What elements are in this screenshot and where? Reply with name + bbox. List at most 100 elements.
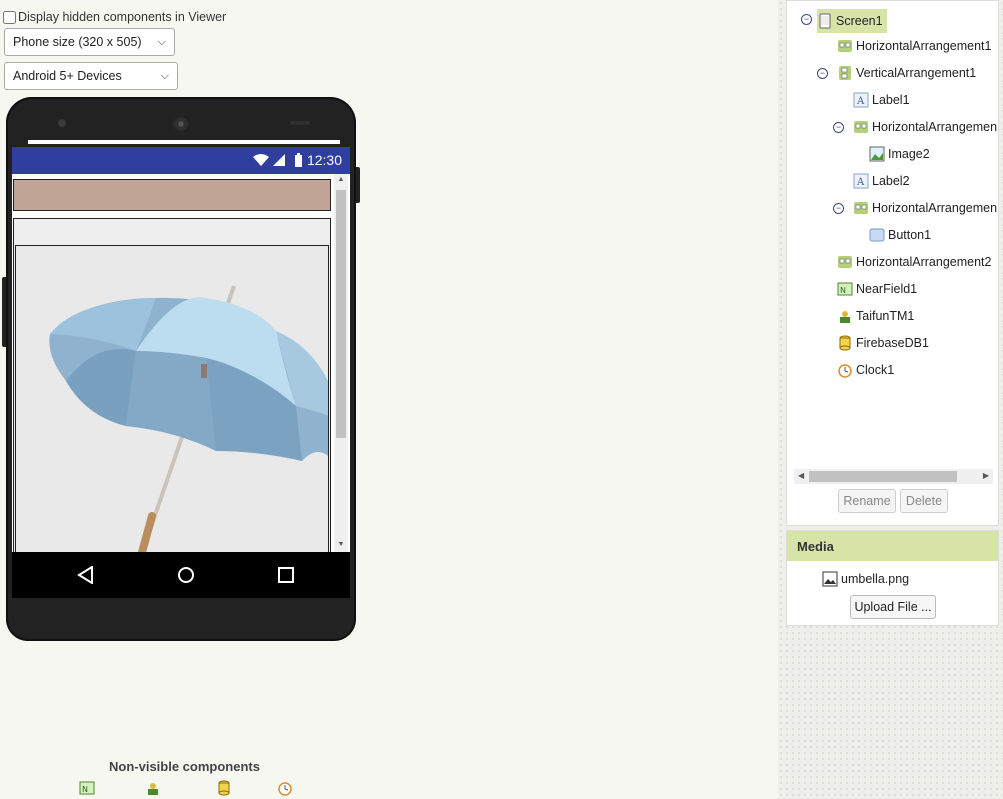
media-panel: Media umbella.png Upload File ...	[786, 530, 999, 626]
tree-item-label: Clock1	[856, 363, 895, 377]
tree-item[interactable]: TaifunTM1	[837, 306, 914, 326]
phone-sensor	[290, 121, 310, 125]
tree-item-label: HorizontalArrangement1	[856, 39, 992, 53]
svg-text:A: A	[856, 177, 865, 188]
tree-item-label: NearField1	[856, 282, 918, 296]
taifun-icon[interactable]	[145, 780, 161, 796]
tree-item-label: Image2	[888, 147, 930, 161]
media-file-item[interactable]: umbella.png	[822, 571, 909, 587]
tree-item-label: Screen1	[836, 14, 883, 28]
taifun-icon	[837, 308, 853, 324]
horizontal-arrangement-icon	[853, 200, 869, 216]
tree-item-label: HorizontalArrangemen	[872, 201, 998, 215]
display-hidden-label: Display hidden components in Viewer	[18, 10, 227, 24]
svg-text:A: A	[856, 96, 865, 107]
recents-icon	[278, 567, 294, 583]
delete-button[interactable]: Delete	[900, 489, 948, 513]
image-2[interactable]	[15, 245, 329, 552]
tree-item[interactable]: HorizontalArrangemen	[853, 117, 997, 137]
tree-item[interactable]: Clock1	[837, 360, 894, 380]
phone-size-select[interactable]: Phone size (320 x 505) ⌵	[4, 28, 175, 56]
tree-item[interactable]: FirebaseDB1	[837, 333, 929, 353]
tree-item-label: VerticalArrangement1	[856, 66, 977, 80]
tree-item[interactable]: HorizontalArrangemen	[853, 198, 997, 218]
viewer-panel: Display hidden components in Viewer Phon…	[0, 0, 778, 799]
home-icon	[178, 567, 194, 583]
scroll-up-arrow-icon[interactable]: ▲	[334, 176, 348, 183]
umbrella-image	[49, 285, 328, 552]
tree-item-label: FirebaseDB1	[856, 336, 929, 350]
vertical-scrollbar[interactable]: ▲ ▼	[334, 174, 348, 552]
phone-mockup: 12:30 ▲ ▼	[2, 97, 360, 641]
tree-item-label: TaifunTM1	[856, 309, 915, 323]
components-tree-panel: − Screen1 HorizontalArrangement1 − VerticalA…	[786, 0, 999, 526]
media-file-name: umbella.png	[841, 572, 910, 586]
phone-top-edge	[28, 140, 340, 144]
label-icon: A	[853, 92, 869, 108]
tree-collapse-icon[interactable]: −	[833, 122, 844, 133]
tree-item[interactable]: HorizontalArrangement1	[837, 36, 992, 56]
tree-collapse-icon[interactable]: −	[801, 14, 812, 25]
tree-item[interactable]: A Label1	[853, 90, 910, 110]
horizontal-arrangement-1[interactable]	[13, 179, 331, 211]
phone-size-value: Phone size (320 x 505)	[13, 35, 142, 49]
wifi-icon	[253, 154, 269, 166]
battery-icon	[295, 153, 302, 167]
tree-item[interactable]: Button1	[869, 225, 931, 245]
signal-icon	[273, 154, 285, 166]
clock-icon	[837, 362, 853, 378]
chevron-down-icon: ⌵	[160, 69, 169, 82]
scroll-left-arrow-icon[interactable]: ◀	[798, 471, 804, 480]
display-hidden-checkbox-row[interactable]: Display hidden components in Viewer	[3, 10, 226, 24]
screen-icon	[817, 13, 833, 29]
tree-item-label: Button1	[888, 228, 932, 242]
nonvisible-components-title: Non-visible components	[109, 759, 260, 774]
phone-side-button	[2, 277, 6, 347]
status-bar: 12:30	[12, 147, 350, 174]
database-icon[interactable]	[216, 780, 232, 796]
tree-collapse-icon[interactable]: −	[833, 203, 844, 214]
scroll-down-arrow-icon[interactable]: ▼	[334, 541, 348, 548]
scrollbar-thumb[interactable]	[336, 190, 346, 438]
clock-icon[interactable]	[277, 780, 293, 796]
vertical-arrangement-icon	[837, 65, 853, 81]
tree-item-label: Label1	[872, 93, 910, 107]
horizontal-arrangement-icon	[837, 254, 853, 270]
tree-item[interactable]: HorizontalArrangement2	[837, 252, 992, 272]
svg-text:N: N	[840, 286, 846, 295]
tree-item[interactable]: VerticalArrangement1	[837, 63, 976, 83]
nearfield-icon[interactable]: N	[79, 780, 95, 796]
button-icon	[869, 227, 885, 243]
tree-item-label: Label2	[872, 174, 910, 188]
svg-text:N: N	[82, 785, 88, 794]
scrollbar-thumb[interactable]	[809, 471, 957, 482]
chevron-down-icon: ⌵	[157, 35, 166, 48]
image-icon	[869, 146, 885, 162]
tree-item-label: HorizontalArrangement2	[856, 255, 992, 269]
tree-item[interactable]: N NearField1	[837, 279, 917, 299]
tree-item[interactable]: A Label2	[853, 171, 910, 191]
horizontal-arrangement-icon	[837, 38, 853, 54]
media-title: Media	[787, 531, 998, 561]
nearfield-icon: N	[837, 281, 853, 297]
database-icon	[837, 335, 853, 351]
tree-item[interactable]: Screen1	[817, 9, 887, 33]
tree-horizontal-scrollbar[interactable]: ◀ ▶	[794, 469, 993, 484]
label-icon: A	[853, 173, 869, 189]
app-canvas: ▲ ▼	[12, 174, 350, 552]
phone-speaker	[173, 117, 189, 131]
rename-button[interactable]: Rename	[838, 489, 896, 513]
image-file-icon	[822, 571, 838, 587]
tree-collapse-icon[interactable]: −	[817, 68, 828, 79]
scroll-right-arrow-icon[interactable]: ▶	[983, 471, 989, 480]
status-time: 12:30	[306, 152, 342, 168]
device-select[interactable]: Android 5+ Devices ⌵	[4, 62, 178, 90]
back-icon	[77, 566, 93, 584]
android-nav-bar	[12, 552, 350, 598]
phone-camera	[58, 119, 66, 127]
upload-file-button[interactable]: Upload File ...	[850, 595, 936, 619]
horizontal-arrangement-icon	[853, 119, 869, 135]
tree-item[interactable]: Image2	[869, 144, 930, 164]
tree-item-label: HorizontalArrangemen	[872, 120, 998, 134]
display-hidden-checkbox[interactable]	[3, 10, 16, 24]
